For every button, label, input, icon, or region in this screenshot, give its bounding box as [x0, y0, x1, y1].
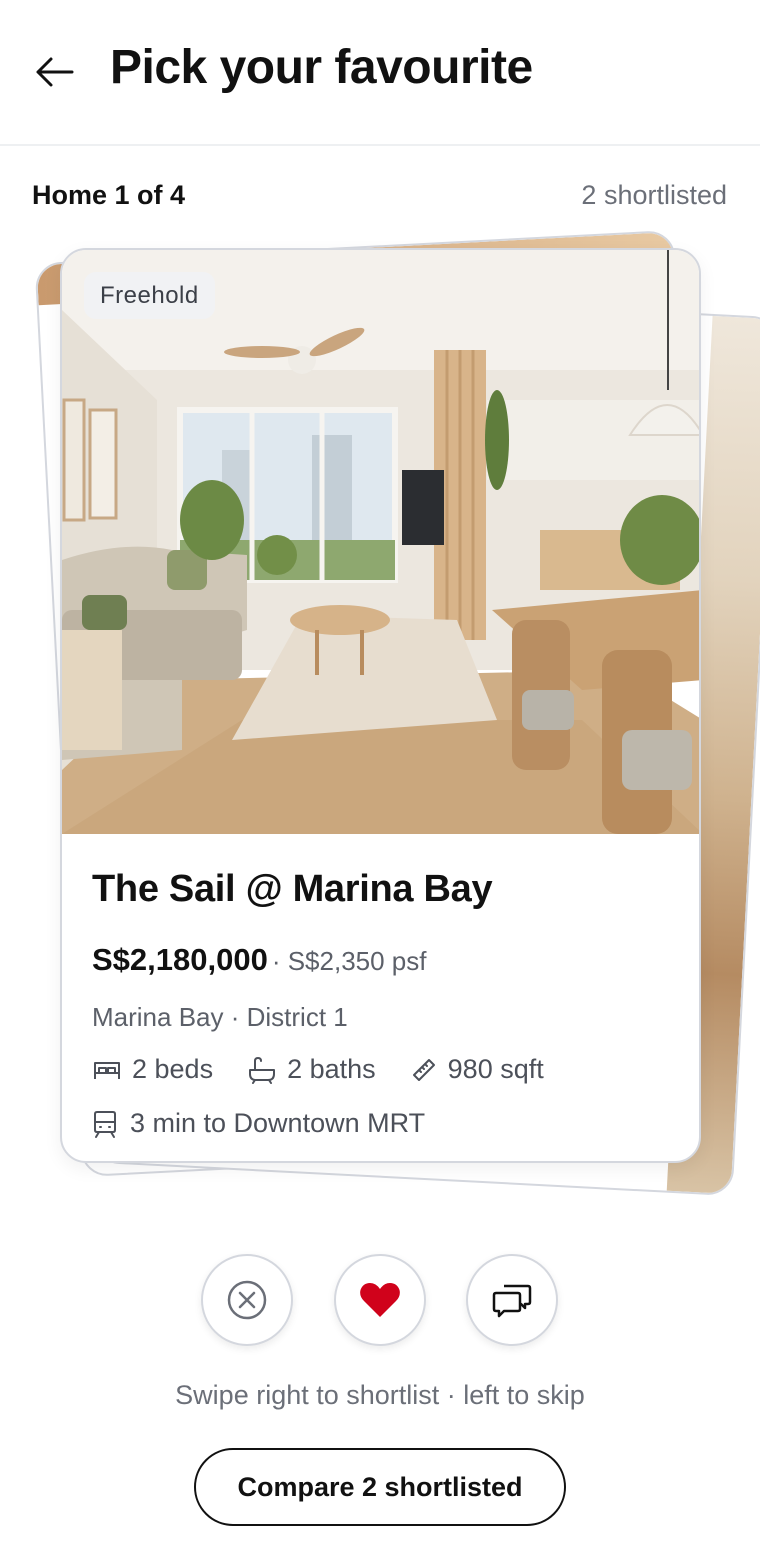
shortlist-button[interactable] — [334, 1254, 426, 1346]
baths-spec: 2 baths — [247, 1054, 376, 1085]
shortlisted-count: 2 shortlisted — [581, 180, 727, 210]
card-counter: Home 1 of 4 — [32, 180, 186, 210]
close-circle-icon — [227, 1280, 267, 1320]
page-title: Pick your favourite — [110, 41, 533, 94]
mrt-distance: 3 min to Downtown MRT — [92, 1108, 425, 1139]
chat-button[interactable] — [466, 1254, 558, 1346]
bed-icon — [94, 1061, 120, 1079]
price-per-sqft: · S$2,350 psf — [271, 946, 427, 976]
mrt-value: 3 min to Downtown MRT — [130, 1108, 426, 1138]
listing-details: The Sail @ Marina Bay S$2,180,000 · S$2,… — [92, 868, 679, 1138]
beds-spec: 2 beds — [92, 1054, 213, 1085]
listing-photo: Freehold — [62, 250, 699, 834]
arrow-left-icon — [36, 57, 74, 87]
tenure-badge: Freehold — [84, 272, 215, 319]
top-bar: Pick your favourite — [0, 0, 760, 146]
listing-specs: 2 beds 2 baths 980 sqft — [92, 1054, 578, 1085]
skip-button[interactable] — [201, 1254, 293, 1346]
back-button[interactable] — [26, 48, 82, 96]
listing-card[interactable]: Freehold The Sail @ Marina Bay S$2,180,0… — [60, 248, 701, 1163]
size-spec: 980 sqft — [410, 1054, 544, 1085]
bathtub-icon — [249, 1056, 276, 1084]
ruler-icon — [412, 1058, 435, 1081]
size-value: 980 sqft — [447, 1054, 544, 1084]
heart-icon — [360, 1283, 400, 1317]
price-row: S$2,180,000 · S$2,350 psf — [92, 942, 426, 978]
train-icon — [94, 1110, 116, 1138]
listing-location: Marina Bay · District 1 — [92, 1002, 348, 1032]
listing-name: The Sail @ Marina Bay — [92, 868, 493, 910]
listing-price: S$2,180,000 — [92, 942, 268, 977]
beds-value: 2 beds — [132, 1054, 214, 1084]
chat-icon — [492, 1284, 532, 1318]
swipe-hint: Swipe right to shortlist · left to skip — [175, 1380, 585, 1410]
baths-value: 2 baths — [287, 1054, 376, 1084]
compare-shortlisted-button[interactable]: Compare 2 shortlisted — [194, 1448, 566, 1526]
